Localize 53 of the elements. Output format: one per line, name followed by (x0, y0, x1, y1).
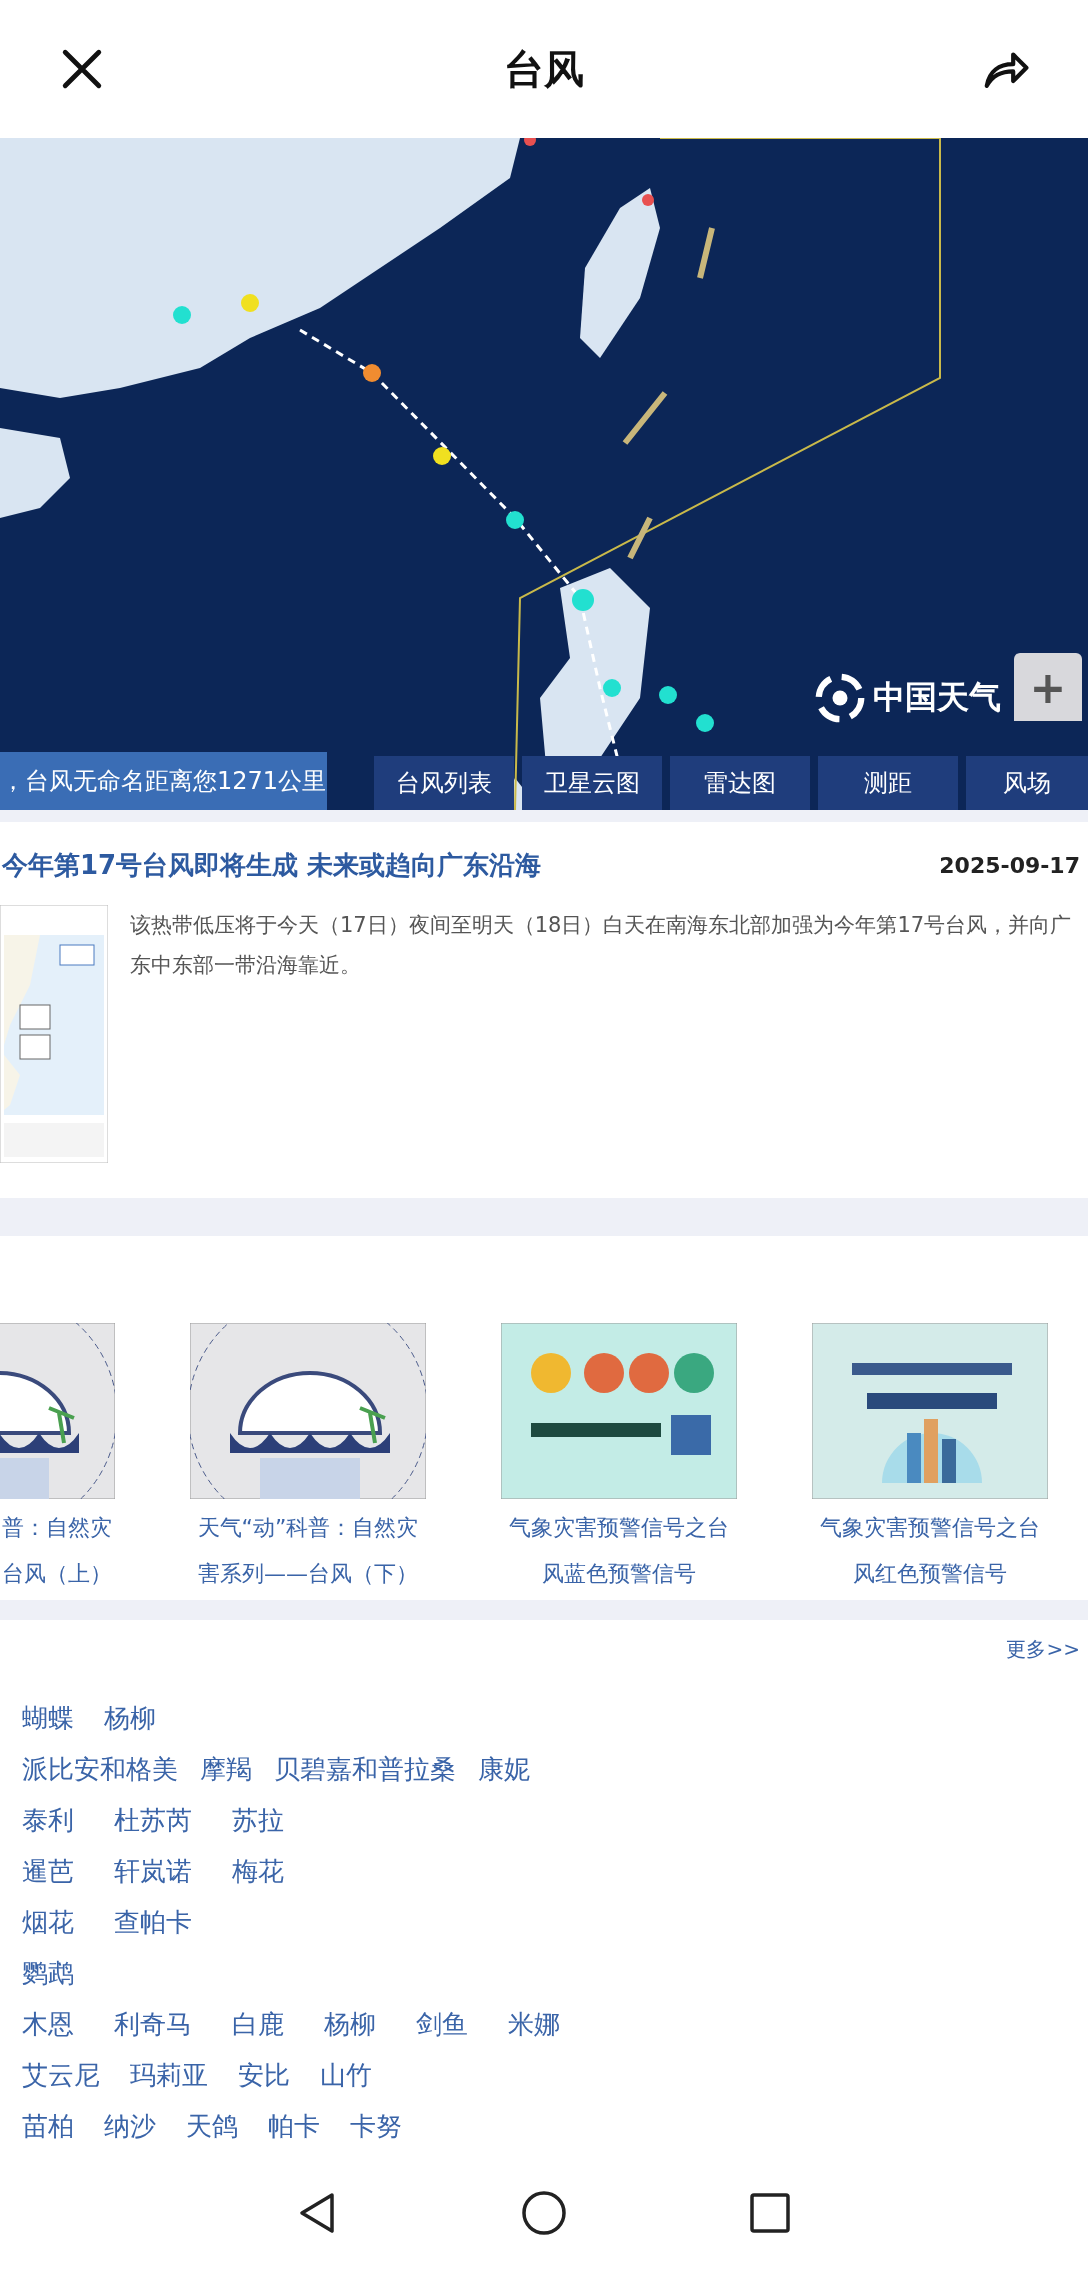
typhoon-name-link[interactable]: 蝴蝶 (22, 1701, 74, 1736)
typhoon-name-link[interactable]: 苗柏 (22, 2109, 74, 2144)
map-tab[interactable]: 雷达图 (670, 756, 810, 810)
typhoon-name-link[interactable]: 轩岚诺 (114, 1854, 192, 1889)
typhoon-name-link[interactable]: 暹芭 (22, 1854, 74, 1889)
video-caption[interactable]: 气象灾害预警信号之台 (820, 1505, 1040, 1551)
video-caption[interactable]: 风蓝色预警信号 (542, 1551, 696, 1597)
typhoon-name-link[interactable]: 杜苏芮 (114, 1803, 192, 1838)
typhoon-name-link[interactable]: 泰利 (22, 1803, 74, 1838)
typhoon-name-link[interactable]: 艾云尼 (22, 2058, 100, 2093)
typhoon-name-link[interactable]: 烟花 (22, 1905, 74, 1940)
more-link[interactable]: 更多>> (1006, 1636, 1080, 1663)
zoom-in-button[interactable]: + (1014, 653, 1082, 721)
typhoon-name-link[interactable]: 苏拉 (232, 1803, 284, 1838)
logo-text: 中国天气 (873, 677, 1001, 718)
article-summary: 该热带低压将于今天（17日）夜间至明天（18日）白天在南海东北部加强为今年第17号台风，并向广东中东部一带沿海靠近。 (130, 912, 1073, 979)
typhoon-name-link[interactable]: 玛莉亚 (130, 2058, 208, 2093)
page-title: 台风 (504, 44, 584, 94)
video-caption[interactable]: 气象灾害预警信号之台 (509, 1505, 729, 1551)
map-tab[interactable]: 测距 (818, 756, 958, 810)
video-caption[interactable]: 台风（上） (2, 1551, 112, 1597)
video-caption[interactable]: 害系列——台风（下） (198, 1551, 418, 1597)
typhoon-name-link[interactable]: 卡努 (350, 2109, 402, 2144)
typhoon-name-link[interactable]: 利奇马 (114, 2007, 192, 2042)
video-caption[interactable]: 风红色预警信号 (853, 1551, 1007, 1597)
typhoon-name-link[interactable]: 安比 (238, 2058, 290, 2093)
map-tab[interactable]: 风场 (966, 756, 1088, 810)
typhoon-name-link[interactable]: 山竹 (320, 2058, 372, 2093)
typhoon-name-link[interactable]: 梅花 (232, 1854, 284, 1889)
distance-notice: ，台风无命名距离您1271公里 (0, 752, 327, 810)
typhoon-name-link[interactable]: 康妮 (478, 1752, 530, 1787)
article-title[interactable]: 今年第17号台风即将生成 未来或趋向广东沿海 (2, 848, 542, 883)
typhoon-name-link[interactable]: 查帕卡 (114, 1905, 192, 1940)
video-caption[interactable]: 天气“动”科普：自然灾 (197, 1505, 419, 1551)
map-tab[interactable]: 台风列表 (374, 756, 514, 810)
typhoon-name-link[interactable]: 天鸽 (186, 2109, 238, 2144)
typhoon-name-link[interactable]: 鹦鹉 (22, 1956, 74, 1991)
typhoon-name-link[interactable]: 贝碧嘉和普拉桑 (274, 1752, 456, 1787)
typhoon-name-link[interactable]: 白鹿 (232, 2007, 284, 2042)
typhoon-name-link[interactable]: 纳沙 (104, 2109, 156, 2144)
typhoon-name-link[interactable]: 剑鱼 (416, 2007, 468, 2042)
typhoon-name-link[interactable]: 米娜 (508, 2007, 560, 2042)
typhoon-name-link[interactable]: 杨柳 (104, 1701, 156, 1736)
swirl-logo-icon (815, 673, 865, 723)
typhoon-name-link[interactable]: 摩羯 (200, 1752, 252, 1787)
map-tab[interactable]: 卫星云图 (522, 756, 662, 810)
typhoon-name-link[interactable]: 木恩 (22, 2007, 74, 2042)
article-date: 2025-09-17 (939, 853, 1080, 878)
video-caption[interactable]: 普：自然灾 (2, 1505, 112, 1551)
typhoon-name-link[interactable]: 派比安和格美 (22, 1752, 178, 1787)
typhoon-name-link[interactable]: 杨柳 (324, 2007, 376, 2042)
home-icon[interactable] (520, 2188, 568, 2237)
typhoon-name-link[interactable]: 帕卡 (268, 2109, 320, 2144)
